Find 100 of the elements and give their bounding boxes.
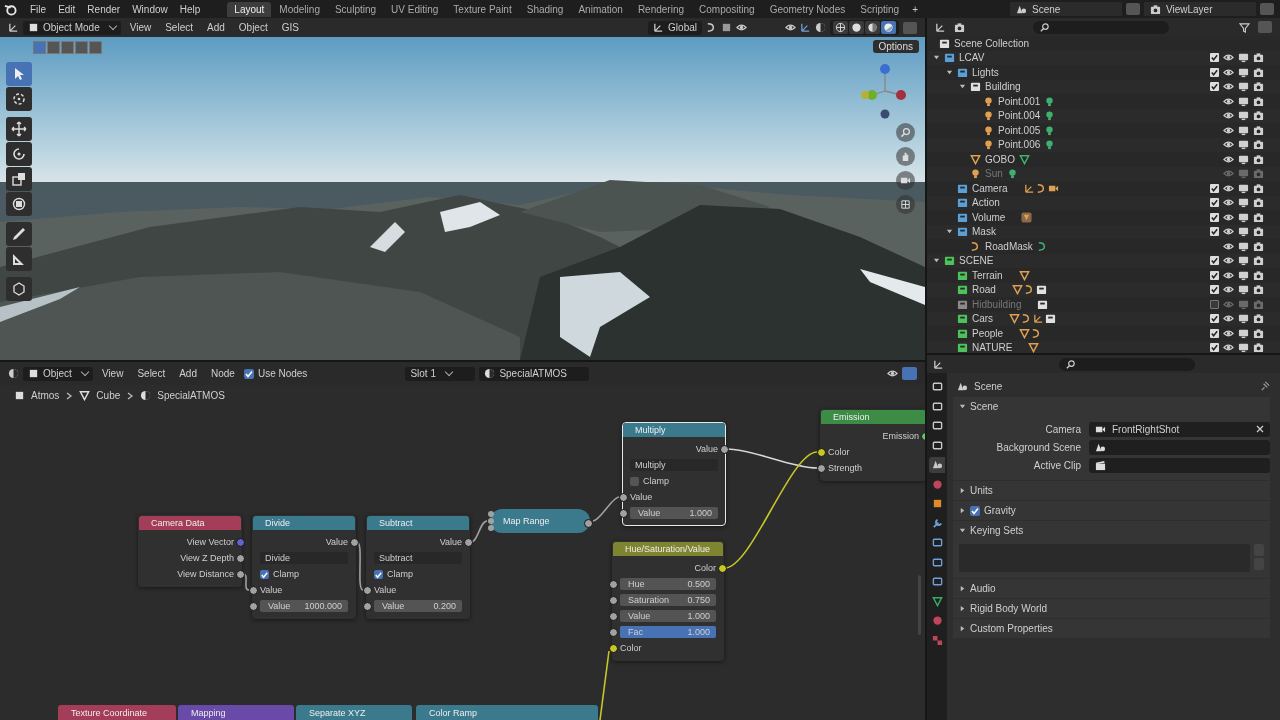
socket-label: Value bbox=[325, 537, 348, 547]
panel-header[interactable]: Gravity bbox=[984, 505, 1016, 516]
node-header[interactable]: Separate XYZ bbox=[296, 705, 412, 720]
outliner-item[interactable]: Action bbox=[972, 197, 1000, 209]
workspace-tab[interactable]: UV Editing bbox=[384, 1, 446, 17]
number-field[interactable]: Value 0.200 bbox=[374, 600, 462, 612]
view-layer-selector[interactable]: ViewLayer bbox=[1144, 2, 1256, 16]
panel-header[interactable]: Scene bbox=[970, 401, 999, 412]
workspace-tab[interactable]: Layout bbox=[227, 1, 272, 17]
node-title[interactable]: Divide bbox=[253, 516, 355, 530]
menu-item[interactable]: Help bbox=[174, 3, 206, 15]
number-field[interactable]: Hue 0.500 bbox=[620, 578, 716, 590]
breadcrumb-item[interactable]: Atmos bbox=[31, 390, 60, 401]
menu-item[interactable]: Select bbox=[160, 22, 198, 33]
field-label: Background Scene bbox=[995, 441, 1081, 453]
workspace-tab[interactable]: Geometry Nodes bbox=[762, 1, 853, 17]
panel-header[interactable]: Rigid Body World bbox=[970, 603, 1048, 614]
outliner-item[interactable]: Volume bbox=[972, 211, 1006, 223]
number-field[interactable]: Value 1000.000 bbox=[260, 600, 348, 612]
workspace-tab[interactable]: Shading bbox=[519, 1, 571, 17]
menu-item[interactable]: Window bbox=[127, 3, 173, 15]
workspace-tab[interactable]: Animation bbox=[571, 1, 630, 17]
workspace-tab[interactable]: Modeling bbox=[272, 1, 327, 17]
outliner-item[interactable]: Road bbox=[972, 284, 996, 296]
node-header[interactable]: Color Ramp bbox=[416, 705, 598, 720]
panel-header[interactable]: Units bbox=[970, 485, 993, 496]
outliner-item[interactable]: Point.005 bbox=[998, 124, 1041, 136]
checkbox-label[interactable]: Use Nodes bbox=[257, 368, 308, 379]
shader-node[interactable]: Multiply Value Multiply Clamp Value Value 1.000 bbox=[622, 422, 726, 526]
node-title[interactable]: Subtract bbox=[367, 516, 469, 530]
shader-node[interactable]: Hue/Saturation/Value Color Hue 0.500 Saturation 0.750 Value 1.000 Fac 1.000 Color bbox=[612, 541, 724, 661]
shader-node[interactable]: Subtract Value Subtract Clamp Value Value 0.200 bbox=[366, 515, 470, 619]
outliner-item[interactable]: LCAV bbox=[959, 52, 985, 64]
menu-item[interactable]: File bbox=[25, 3, 52, 15]
outliner-item[interactable]: Lights bbox=[972, 66, 999, 78]
number-field[interactable]: Value 1.000 bbox=[620, 610, 716, 622]
socket-label: Color bbox=[694, 563, 716, 573]
shader-node[interactable]: Divide Value Divide Clamp Value Value 1000.000 bbox=[252, 515, 356, 619]
breadcrumb-item[interactable]: SpecialATMOS bbox=[157, 390, 225, 401]
menu-item[interactable]: View bbox=[96, 368, 129, 379]
operation-dropdown[interactable]: Divide bbox=[260, 552, 348, 564]
outliner-item[interactable]: GOBO bbox=[985, 153, 1015, 165]
workspace-tab[interactable]: Texture Paint bbox=[446, 1, 519, 17]
number-field[interactable]: Saturation 0.750 bbox=[620, 594, 716, 606]
add-workspace-button[interactable]: + bbox=[907, 3, 923, 15]
outliner-item[interactable]: Camera bbox=[972, 182, 1008, 194]
workspace-tab[interactable]: Sculpting bbox=[327, 1, 384, 17]
mode-dropdown[interactable]: Object Mode bbox=[23, 20, 121, 35]
field-label: Active Clip bbox=[1032, 459, 1081, 471]
menu-item[interactable]: GIS bbox=[276, 22, 304, 33]
orientation-dropdown[interactable]: Global bbox=[648, 20, 702, 35]
breadcrumb-item[interactable]: Cube bbox=[96, 390, 121, 401]
outliner-item[interactable]: People bbox=[972, 327, 1004, 339]
menu-item[interactable]: Edit bbox=[53, 3, 81, 15]
workspace-tab[interactable]: Rendering bbox=[630, 1, 692, 17]
node-header[interactable]: Texture Coordinate bbox=[58, 705, 176, 720]
outliner-item[interactable]: Point.006 bbox=[998, 139, 1041, 151]
operation-dropdown[interactable]: Multiply bbox=[630, 459, 718, 471]
collapsed-node[interactable]: Map Range bbox=[490, 509, 590, 533]
options-dropdown[interactable]: Options bbox=[872, 40, 919, 53]
outliner-item[interactable]: Terrain bbox=[972, 269, 1003, 281]
number-field[interactable]: Value 1.000 bbox=[630, 507, 718, 519]
menu-item[interactable]: Node bbox=[206, 368, 240, 379]
shader-node[interactable]: Emission Emission Color Strength bbox=[820, 409, 925, 481]
node-title[interactable]: Hue/Saturation/Value bbox=[613, 542, 723, 556]
outliner-item[interactable]: Point.004 bbox=[998, 110, 1041, 122]
socket-label: Strength bbox=[828, 463, 863, 473]
checkbox-label: Clamp bbox=[387, 569, 413, 579]
outliner-item[interactable]: SCENE bbox=[959, 255, 994, 267]
menu-item[interactable]: View bbox=[124, 22, 157, 33]
outliner-item[interactable]: Building bbox=[985, 81, 1021, 93]
outliner-item[interactable]: Mask bbox=[972, 226, 996, 238]
workspace-tab[interactable]: Compositing bbox=[692, 1, 762, 17]
node-title[interactable]: Camera Data bbox=[139, 516, 241, 530]
operation-dropdown[interactable]: Subtract bbox=[374, 552, 462, 564]
panel-header[interactable]: Audio bbox=[970, 583, 996, 594]
node-title[interactable]: Emission bbox=[821, 410, 925, 424]
menu-item[interactable]: Render bbox=[82, 3, 126, 15]
workspace-tab[interactable]: Scripting bbox=[853, 1, 907, 17]
slot-dropdown[interactable]: Slot 1 bbox=[405, 366, 476, 381]
menu-item[interactable]: Object bbox=[233, 22, 273, 33]
material-selector[interactable]: SpecialATMOS bbox=[479, 366, 590, 381]
menu-item[interactable]: Add bbox=[202, 22, 230, 33]
scene-selector[interactable]: Scene bbox=[1010, 2, 1122, 16]
socket-label: View Distance bbox=[177, 569, 234, 579]
outliner-item[interactable]: RoadMask bbox=[985, 240, 1033, 252]
menu-item[interactable]: Select bbox=[132, 368, 171, 379]
outliner-item[interactable]: Cars bbox=[972, 313, 994, 325]
camera-field[interactable]: FrontRightShot bbox=[1089, 421, 1270, 437]
menu-item[interactable]: Add bbox=[174, 368, 202, 379]
context-title: Scene bbox=[974, 380, 1003, 392]
panel-header[interactable]: Keying Sets bbox=[970, 525, 1024, 536]
shader-node[interactable]: Camera Data View Vector View Z Depth View Distance bbox=[138, 515, 242, 587]
object-type-dropdown[interactable]: Object bbox=[23, 366, 93, 381]
node-header[interactable]: Mapping bbox=[178, 705, 294, 720]
node-title[interactable]: Multiply bbox=[623, 423, 725, 437]
outliner-item[interactable]: Point.001 bbox=[998, 95, 1041, 107]
outliner-item[interactable]: NATURE bbox=[972, 342, 1013, 353]
outliner-item[interactable]: Scene Collection bbox=[954, 37, 1030, 49]
panel-header[interactable]: Custom Properties bbox=[970, 623, 1053, 634]
